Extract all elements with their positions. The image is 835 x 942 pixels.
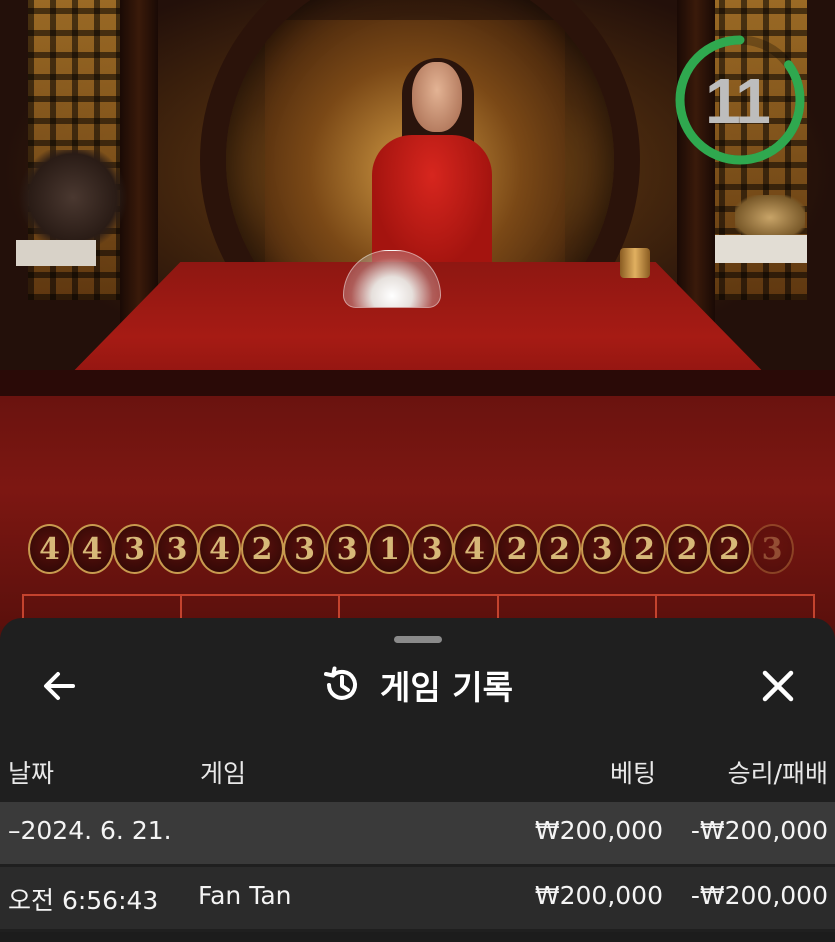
result-ball: 3 xyxy=(155,524,199,574)
bonsai-decoration xyxy=(18,150,128,245)
date-label: –2024. 6. 21. xyxy=(8,816,172,845)
dragon-statue-base xyxy=(715,235,807,263)
header-bet: 베팅 xyxy=(609,759,656,788)
panel-header: 게임 기록 xyxy=(0,660,835,710)
winloss-amount: -₩200,000 xyxy=(690,881,828,910)
timer-value: 11 xyxy=(705,65,771,137)
header-date: 날짜 xyxy=(8,759,55,788)
page-title: 게임 기록 xyxy=(380,668,513,707)
result-ball: 3 xyxy=(410,524,454,574)
result-ball: 3 xyxy=(325,524,369,574)
game-history-panel: 게임 기록 날짜 게임 베팅 승리/패배 –2024. 6. 21. ₩200,… xyxy=(0,618,835,942)
drag-handle[interactable] xyxy=(394,636,442,643)
bet-amount: ₩200,000 xyxy=(534,881,663,910)
result-ball: 4 xyxy=(453,524,496,574)
header-winloss: 승리/패배 xyxy=(727,759,828,788)
table-front xyxy=(0,396,835,626)
result-ball: 4 xyxy=(28,524,71,574)
results-history-strip: 443342331342232223 xyxy=(28,524,818,576)
result-ball: 4 xyxy=(70,524,114,574)
close-icon xyxy=(762,670,794,702)
result-ball: 2 xyxy=(495,524,539,574)
game-name: Fan Tan xyxy=(198,881,292,910)
table-header: 날짜 게임 베팅 승리/패배 xyxy=(0,750,835,794)
dragon-statue xyxy=(735,195,805,240)
result-ball: 2 xyxy=(708,524,751,574)
dealer-face xyxy=(412,62,462,132)
date-group-row[interactable]: –2024. 6. 21. ₩200,000 -₩200,000 xyxy=(0,802,835,864)
date-total-winloss: -₩200,000 xyxy=(690,816,828,845)
bonsai-pot xyxy=(16,240,96,266)
result-ball: 2 xyxy=(240,524,284,574)
brass-cup xyxy=(620,248,650,278)
table-edge xyxy=(0,370,835,396)
date-total-bet: ₩200,000 xyxy=(534,816,663,845)
round-time: 오전 6:56:43 xyxy=(8,886,159,915)
header-game: 게임 xyxy=(200,759,247,788)
result-ball: 1 xyxy=(368,524,411,574)
result-ball: 2 xyxy=(665,524,709,574)
table-row[interactable]: 오전 6:56:43 Fan Tan ₩200,000 -₩200,000 xyxy=(0,867,835,929)
result-ball: 4 xyxy=(198,524,241,574)
result-ball: 2 xyxy=(538,524,581,574)
history-icon xyxy=(324,666,358,700)
result-ball: 3 xyxy=(580,524,624,574)
result-ball: 3 xyxy=(283,524,326,574)
result-ball: 3 xyxy=(113,524,156,574)
result-ball: 3 xyxy=(750,524,794,574)
close-button[interactable] xyxy=(755,663,801,709)
countdown-timer: 11 xyxy=(672,28,808,174)
divider xyxy=(0,932,835,942)
result-ball: 2 xyxy=(623,524,666,574)
